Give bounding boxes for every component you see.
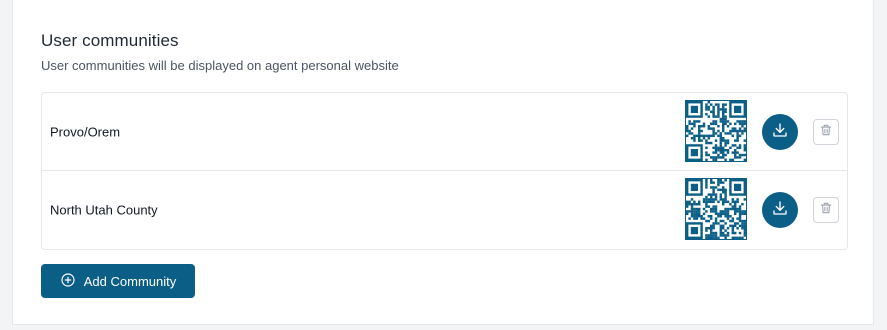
download-icon [771, 121, 789, 144]
section-subtitle: User communities will be displayed on ag… [41, 58, 399, 73]
qr-code-image [685, 100, 747, 162]
qr-code-graphic [686, 179, 746, 239]
qr-code-image [685, 178, 747, 240]
list-item: North Utah County [42, 171, 847, 249]
add-community-button[interactable]: Add Community [41, 264, 195, 298]
plus-circle-icon [60, 272, 76, 291]
section-title: User communities [41, 31, 179, 50]
list-item: Provo/Orem [42, 93, 847, 171]
trash-icon [819, 201, 833, 220]
download-icon [771, 199, 789, 222]
communities-card: User communities User communities will b… [12, 0, 874, 325]
delete-community-button[interactable] [813, 119, 839, 145]
community-name: North Utah County [50, 202, 158, 218]
communities-list: Provo/Orem North Utah County [41, 92, 848, 250]
add-community-label: Add Community [83, 273, 177, 289]
delete-community-button[interactable] [813, 197, 839, 223]
community-name: Provo/Orem [50, 124, 121, 139]
trash-icon [819, 123, 833, 142]
qr-code-graphic [686, 101, 746, 161]
download-qr-button[interactable] [762, 192, 798, 228]
download-qr-button[interactable] [762, 114, 798, 150]
